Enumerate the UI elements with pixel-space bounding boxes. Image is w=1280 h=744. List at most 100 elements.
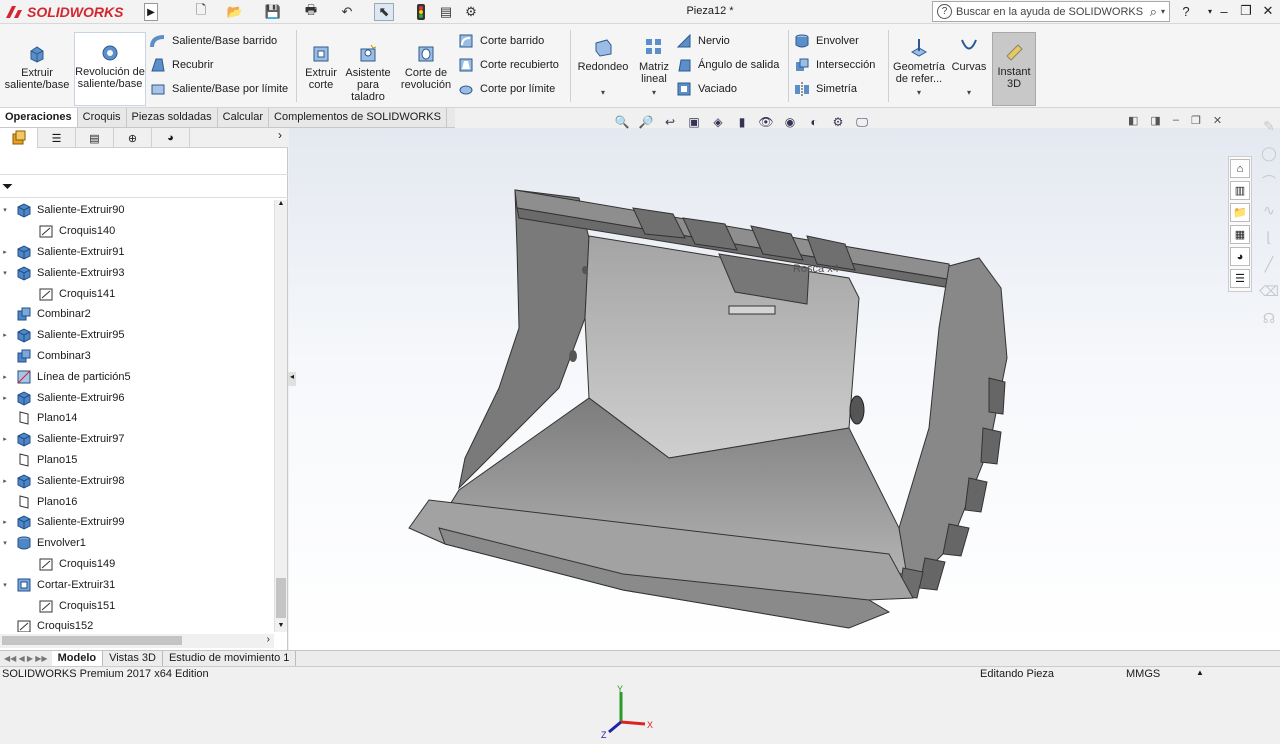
help-search-box[interactable]: ? Buscar en la ayuda de SOLIDWORKS ⌕ ▾ [932, 1, 1170, 22]
display-pane-icon[interactable]: 🖵 [853, 113, 871, 131]
ink-corner-icon[interactable]: ⌊ [1266, 229, 1271, 246]
boundary-boss-button[interactable]: Saliente/Base por límite [150, 80, 288, 98]
tree-item[interactable]: ▾ Cortar-Extruir31 [0, 574, 274, 595]
extrude-boss-button[interactable]: Extruir saliente/base [4, 42, 70, 91]
tree-item[interactable]: Combinar3 [0, 346, 274, 367]
appearances-icon[interactable]: ◕ [1230, 247, 1250, 266]
graphics-viewport[interactable]: Rosca x4 Y X Z [289, 128, 1280, 740]
tree-item[interactable]: ▸ Saliente-Extruir99 [0, 512, 274, 533]
dimxpert-tab-icon[interactable]: ⊕ [114, 128, 152, 148]
collapse-chevron-icon[interactable]: ▾ [0, 539, 10, 547]
search-input[interactable]: Buscar en la ayuda de SOLIDWORKS [956, 6, 1146, 18]
fillet-button[interactable]: Redondeo ▾ [576, 36, 630, 99]
search-icon[interactable]: ⌕ [1150, 4, 1157, 20]
tab-modelo[interactable]: Modelo [51, 651, 104, 666]
chevron-down-icon[interactable]: ▾ [1161, 7, 1165, 16]
tab-estudio-movimiento[interactable]: Estudio de movimiento 1 [163, 651, 297, 666]
view-orientation-icon[interactable]: ◈ [709, 113, 727, 131]
panel-expand-chevron-icon[interactable]: › [190, 128, 288, 147]
tab-vistas-3d[interactable]: Vistas 3D [103, 651, 163, 666]
tree-item[interactable]: ▸ Saliente-Extruir97 [0, 429, 274, 450]
file-properties-icon[interactable]: ▤ [436, 3, 456, 21]
edit-appearance-icon[interactable]: ◉ [781, 113, 799, 131]
filter-bar[interactable]: ⏷ [0, 174, 288, 198]
design-library-icon[interactable]: ▥ [1230, 181, 1250, 200]
solidworks-logo[interactable]: SOLIDWORKS [4, 2, 140, 22]
open-folder-icon[interactable]: 📂 [224, 3, 246, 21]
expand-chevron-icon[interactable]: ▸ [0, 248, 10, 256]
viewport-left-icon[interactable]: ◧ [1128, 114, 1138, 130]
collapse-chevron-icon[interactable]: ▾ [0, 206, 10, 214]
tab-piezas-soldadas[interactable]: Piezas soldadas [127, 108, 218, 127]
refgeom-dropdown-chevron-icon[interactable]: ▾ [917, 87, 921, 99]
intersect-button[interactable]: Intersección [794, 56, 875, 74]
hole-wizard-button[interactable]: Asistente para taladro [344, 42, 392, 103]
apply-scene-icon[interactable]: ◐ [805, 113, 823, 131]
tree-item[interactable]: Combinar2 [0, 304, 274, 325]
swept-cut-button[interactable]: Corte barrido [458, 32, 559, 50]
display-style-icon[interactable]: ▮ [733, 113, 751, 131]
rib-button[interactable]: Nervio [676, 32, 779, 50]
filter-funnel-icon[interactable]: ⏷ [2, 178, 13, 195]
hscroll-thumb[interactable] [2, 636, 182, 645]
scroll-up-icon[interactable]: ▲ [275, 200, 287, 210]
tree-item[interactable]: ▾ Saliente-Extruir93 [0, 262, 274, 283]
configuration-manager-tab-icon[interactable]: ▤ [76, 128, 114, 148]
revolve-boss-button[interactable]: Revolución de saliente/base [74, 32, 146, 106]
tree-item[interactable]: ▸ Saliente-Extruir96 [0, 387, 274, 408]
linear-pattern-button[interactable]: Matriz lineal ▾ [634, 36, 674, 99]
reference-geometry-button[interactable]: Geometría de refer... ▾ [892, 36, 946, 99]
view-palette-icon[interactable]: ▦ [1230, 225, 1250, 244]
tree-item[interactable]: Plano15 [0, 450, 274, 471]
feature-manager-tab-icon[interactable] [0, 128, 38, 148]
viewport-right-icon[interactable]: ◨ [1150, 114, 1160, 130]
shell-button[interactable]: Vaciado [676, 80, 779, 98]
curves-dropdown-chevron-icon[interactable]: ▾ [967, 87, 971, 99]
pattern-dropdown-chevron-icon[interactable]: ▾ [652, 87, 656, 99]
print-icon[interactable]: 🖶 [300, 2, 322, 21]
ink-pen-icon[interactable]: ✎ [1263, 118, 1275, 135]
tree-horizontal-scrollbar[interactable]: › [0, 634, 274, 648]
tree-item[interactable]: Croquis141 [0, 283, 274, 304]
collapse-chevron-icon[interactable]: ▾ [0, 581, 10, 589]
tree-item[interactable]: Croquis140 [0, 221, 274, 242]
display-manager-tab-icon[interactable]: ◕ [152, 128, 190, 148]
units-text[interactable]: MMGS [1126, 668, 1160, 680]
custom-properties-icon[interactable]: ☰ [1230, 269, 1250, 288]
boundary-cut-button[interactable]: Corte por límite [458, 80, 559, 98]
loft-button[interactable]: Recubrir [150, 56, 288, 74]
home-icon[interactable]: ⌂ [1230, 159, 1250, 178]
menu-expand-button[interactable]: ▶ [144, 3, 158, 21]
tree-item[interactable]: Plano16 [0, 491, 274, 512]
ink-eraser-icon[interactable]: ⌫ [1259, 283, 1279, 300]
tree-item[interactable]: Croquis151 [0, 595, 274, 616]
expand-chevron-icon[interactable]: ▸ [0, 518, 10, 526]
tab-nav-arrows[interactable]: ◀◀ ◀ ▶ ▶▶ [0, 651, 52, 666]
mirror-button[interactable]: Simetría [794, 80, 875, 98]
tree-item[interactable]: Croquis149 [0, 554, 274, 575]
tree-item[interactable]: Plano14 [0, 408, 274, 429]
units-chevron-icon[interactable]: ▲ [1196, 668, 1204, 677]
new-document-icon[interactable]: 🗋 [190, 2, 212, 21]
scroll-thumb[interactable] [276, 578, 286, 618]
revolve-cut-button[interactable]: Corte de revolución [398, 42, 454, 91]
panel-collapse-handle[interactable]: ◂ [288, 372, 296, 386]
ink-arc-icon[interactable]: ⌒ [1262, 172, 1276, 192]
section-view-icon[interactable]: ▣ [685, 113, 703, 131]
tree-item[interactable]: ▸ Línea de partición5 [0, 366, 274, 387]
tree-vertical-scrollbar[interactable]: ▲ ▼ [274, 200, 287, 632]
tree-item[interactable]: ▸ Saliente-Extruir95 [0, 325, 274, 346]
ink-circle-icon[interactable]: ◯ [1261, 145, 1277, 162]
hide-show-items-icon[interactable]: 👁 [757, 113, 775, 131]
instant3d-toggle[interactable]: Instant 3D [992, 32, 1036, 106]
property-manager-tab-icon[interactable]: ☰ [38, 128, 76, 148]
tab-operaciones[interactable]: Operaciones [0, 108, 78, 127]
restore-button[interactable]: ❐ [1236, 2, 1256, 20]
viewport-minimize-icon[interactable]: – [1173, 114, 1179, 130]
tab-calcular[interactable]: Calcular [218, 108, 270, 127]
expand-chevron-icon[interactable]: ▸ [0, 435, 10, 443]
fillet-dropdown-chevron-icon[interactable]: ▾ [601, 87, 605, 99]
select-cursor-icon[interactable]: ⬉ [374, 3, 394, 21]
zoom-to-fit-icon[interactable]: 🔍 [613, 113, 631, 131]
tab-complementos[interactable]: Complementos de SOLIDWORKS [269, 108, 447, 127]
